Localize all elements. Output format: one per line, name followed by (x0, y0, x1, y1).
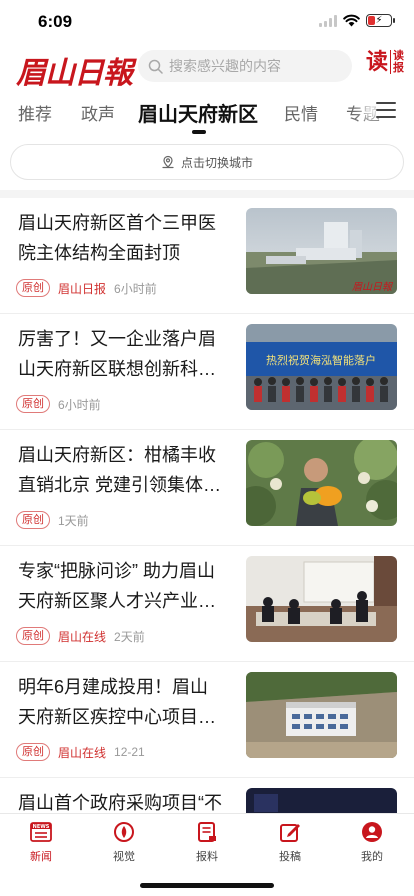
svg-text:眉山日報: 眉山日報 (352, 281, 394, 293)
news-title: 明年6月建成投用！眉山天府新区疾控中心项目主体… (18, 677, 216, 727)
read-newspaper-button[interactable]: 读 读 报 (366, 50, 404, 74)
original-badge: 原创 (16, 627, 50, 645)
news-icon: NEWS (29, 820, 53, 844)
news-meta: 原创 眉山在线 2天前 (16, 627, 145, 645)
status-icons: ⚡ (319, 14, 395, 27)
search-icon (148, 59, 163, 74)
channel-tabs: 推荐 政声 眉山天府新区 民情 专题 (0, 92, 414, 136)
read-logo-small: 读 报 (390, 50, 404, 74)
nav-label: 新闻 (30, 851, 52, 863)
battery-icon: ⚡ (366, 14, 395, 27)
app-header: 眉山日報 搜索感兴趣的内容 读 读 报 (0, 44, 414, 92)
news-source: 眉山在线 (58, 629, 107, 644)
switch-city-button[interactable]: 点击切换城市 (10, 144, 404, 180)
nav-label: 我的 (361, 851, 383, 863)
news-time: 6小时前 (114, 281, 157, 296)
news-item[interactable]: 眉山天府新区首个三甲医院主体结构全面封顶 原创 眉山日报 6小时前 眉山日報 (0, 198, 414, 314)
original-badge: 原创 (16, 279, 50, 297)
eye-icon (112, 820, 136, 844)
nav-label: 报料 (196, 851, 218, 863)
original-badge: 原创 (16, 743, 50, 761)
news-title: 厉害了！又一企业落户眉山天府新区联想创新科技… (18, 329, 216, 379)
wifi-icon (343, 14, 360, 27)
nav-visual[interactable]: 视觉 (94, 820, 154, 864)
tab-special[interactable]: 专题 (346, 100, 380, 125)
menu-icon[interactable] (376, 102, 396, 118)
news-title: 专家“把脉问诊” 助力眉山天府新区聚人才兴产业… (18, 561, 216, 611)
svg-text:NEWS: NEWS (33, 824, 50, 830)
read-logo-big: 读 (366, 49, 389, 75)
bottom-nav: NEWS 新闻 视觉 报料 投稿 我的 (0, 813, 414, 896)
news-source: 眉山在线 (58, 745, 107, 760)
nav-label: 视觉 (113, 851, 135, 863)
tab-tianfu-new-area[interactable]: 眉山天府新区 (138, 98, 258, 127)
status-bar: 6:09 ⚡ (0, 0, 414, 44)
switch-city-label: 点击切换城市 (180, 155, 253, 170)
active-tab-indicator (192, 130, 206, 134)
profile-icon (360, 820, 384, 844)
news-meta: 原创 眉山日报 6小时前 (16, 279, 157, 297)
news-item[interactable]: 明年6月建成投用！眉山天府新区疾控中心项目主体… 原创 眉山在线 12-21 (0, 662, 414, 778)
home-indicator (140, 883, 274, 888)
news-title: 眉山天府新区首个三甲医院主体结构全面封顶 (18, 213, 216, 263)
edit-icon (278, 820, 302, 844)
nav-news[interactable]: NEWS 新闻 (11, 820, 71, 864)
nav-profile[interactable]: 我的 (342, 820, 402, 864)
news-thumbnail (246, 672, 397, 758)
nav-report[interactable]: 报料 (177, 820, 237, 864)
tab-zhengsheng[interactable]: 政声 (81, 100, 115, 125)
news-meta: 原创 6小时前 (16, 395, 101, 413)
news-title: 眉山天府新区：柑橘丰收直销北京 党建引领集体经济… (18, 445, 221, 495)
news-time: 6小时前 (58, 397, 101, 412)
news-time: 1天前 (58, 513, 89, 528)
tab-minqing[interactable]: 民情 (284, 100, 318, 125)
cellular-signal-icon (319, 14, 337, 27)
news-time: 2天前 (114, 629, 145, 644)
news-thumbnail: 热烈祝贺海泓智能落户 (246, 324, 397, 410)
news-meta: 原创 1天前 (16, 511, 89, 529)
news-thumbnail: 眉山日報 (246, 208, 397, 294)
news-thumbnail (246, 440, 397, 526)
search-input[interactable]: 搜索感兴趣的内容 (138, 50, 352, 82)
report-icon (195, 820, 219, 844)
nav-label: 投稿 (279, 851, 301, 863)
news-thumbnail (246, 556, 397, 642)
news-time: 12-21 (114, 745, 145, 759)
nav-submit[interactable]: 投稿 (260, 820, 320, 864)
app-logo: 眉山日報 (16, 56, 133, 91)
original-badge: 原创 (16, 395, 50, 413)
news-list: 眉山天府新区首个三甲医院主体结构全面封顶 原创 眉山日报 6小时前 眉山日報 厉… (0, 198, 414, 894)
section-divider (0, 190, 414, 198)
status-time: 6:09 (38, 12, 73, 31)
news-source: 眉山日报 (58, 281, 107, 296)
news-item[interactable]: 专家“把脉问诊” 助力眉山天府新区聚人才兴产业… 原创 眉山在线 2天前 (0, 546, 414, 662)
thumb-banner-text: 热烈祝贺海泓智能落户 (266, 353, 376, 367)
tab-recommend[interactable]: 推荐 (18, 100, 52, 125)
search-placeholder: 搜索感兴趣的内容 (169, 58, 281, 74)
news-item[interactable]: 眉山天府新区：柑橘丰收直销北京 党建引领集体经济… 原创 1天前 (0, 430, 414, 546)
news-meta: 原创 眉山在线 12-21 (16, 743, 145, 761)
location-icon (162, 155, 174, 169)
news-item[interactable]: 厉害了！又一企业落户眉山天府新区联想创新科技… 原创 6小时前 热烈祝贺海泓智能… (0, 314, 414, 430)
original-badge: 原创 (16, 511, 50, 529)
